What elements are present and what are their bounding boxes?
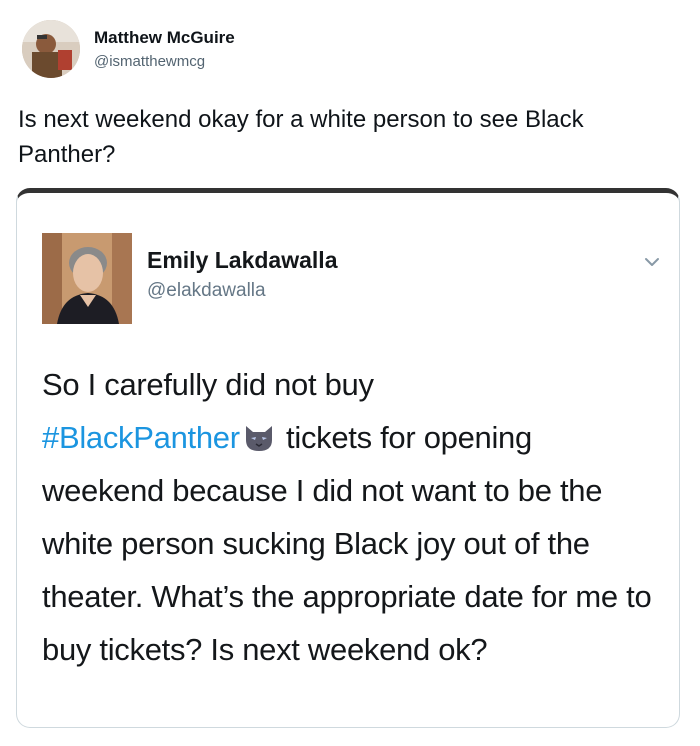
quoted-author-avatar[interactable] <box>42 233 132 324</box>
outer-author-avatar[interactable] <box>22 20 80 78</box>
avatar-image-icon <box>42 233 132 324</box>
quoted-tweet-card[interactable]: Emily Lakdawalla @elakdawalla So I caref… <box>16 188 680 728</box>
outer-author-name[interactable]: Matthew McGuire <box>94 28 235 48</box>
chevron-down-icon[interactable] <box>641 251 663 273</box>
quoted-tweet-text: So I carefully did not buy #BlackPanther … <box>42 358 662 676</box>
avatar-image-icon <box>22 20 80 78</box>
quoted-author-handle[interactable]: @elakdawalla <box>147 280 266 302</box>
quoted-author-name[interactable]: Emily Lakdawalla <box>147 247 337 274</box>
cat-face-emoji-icon <box>245 426 272 451</box>
hashtag-link[interactable]: #BlackPanther <box>42 420 240 455</box>
text-before: So I carefully did not buy <box>42 367 374 402</box>
outer-tweet-header: Matthew McGuire @ismatthewmcg <box>22 20 422 80</box>
outer-tweet-text: Is next weekend okay for a white person … <box>18 106 584 168</box>
outer-author-handle[interactable]: @ismatthewmcg <box>94 53 205 70</box>
text-after: tickets for opening weekend because I di… <box>42 420 652 667</box>
